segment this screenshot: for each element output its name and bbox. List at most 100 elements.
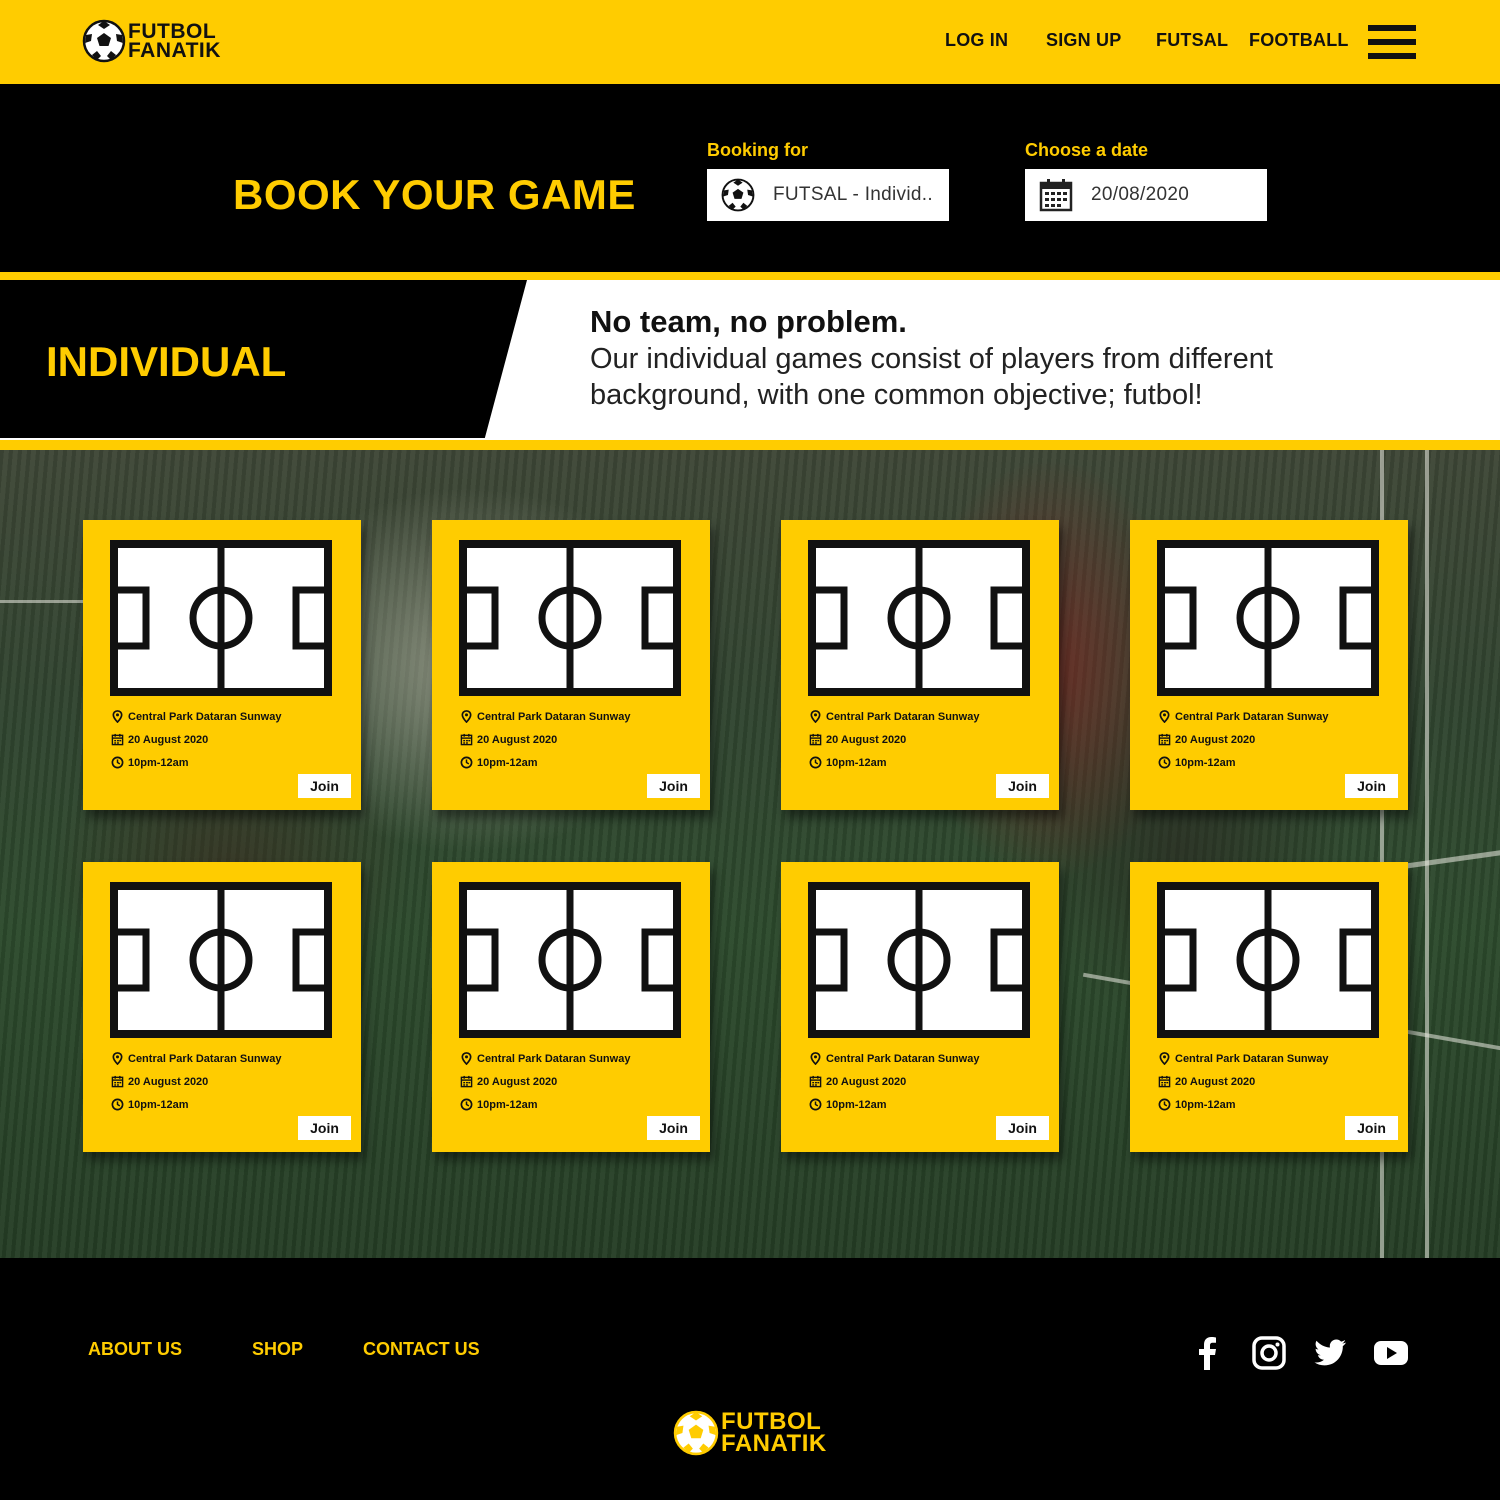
location-pin-icon — [1158, 710, 1171, 723]
footer-shop[interactable]: SHOP — [252, 1339, 303, 1360]
location-pin-icon — [460, 710, 473, 723]
footer-logo-text: FUTBOL FANATIK — [721, 1409, 827, 1457]
booking-panel: BOOK YOUR GAME Booking for FUTSAL - Indi… — [0, 84, 1500, 272]
game-time: 10pm-12am — [111, 1098, 189, 1111]
join-button[interactable]: Join — [1345, 1116, 1398, 1140]
divider-top — [0, 272, 1500, 280]
game-time-text: 10pm-12am — [826, 756, 887, 769]
game-location: Central Park Dataran Sunway — [1158, 710, 1328, 723]
futsal-pitch-icon — [110, 540, 332, 696]
calendar-icon — [1158, 733, 1171, 746]
game-date: 20 August 2020 — [111, 1075, 208, 1088]
game-location: Central Park Dataran Sunway — [809, 1052, 979, 1065]
instagram-icon[interactable] — [1250, 1334, 1288, 1372]
calendar-icon — [809, 1075, 822, 1088]
footer: ABOUT US SHOP CONTACT US FUTBOL FANATIK — [0, 1258, 1500, 1500]
game-card: Central Park Dataran Sunway 20 August 202… — [1130, 520, 1408, 810]
booking-for-label: Booking for — [707, 140, 808, 160]
game-card: Central Park Dataran Sunway 20 August 202… — [432, 520, 710, 810]
section-title: INDIVIDUAL — [46, 338, 287, 385]
clock-icon — [809, 756, 822, 769]
footer-logo[interactable]: FUTBOL FANATIK — [673, 1409, 827, 1457]
game-time: 10pm-12am — [1158, 1098, 1236, 1111]
clock-icon — [111, 1098, 124, 1111]
facebook-icon[interactable] — [1189, 1334, 1227, 1372]
section-description: Our individual games consist of players … — [590, 343, 1273, 411]
booking-type-value: FUTSAL - Individ.. — [773, 184, 933, 205]
game-time: 10pm-12am — [111, 756, 189, 769]
futsal-pitch-icon — [1157, 540, 1379, 696]
soccer-ball-logo-icon — [82, 19, 126, 63]
join-button[interactable]: Join — [996, 1116, 1049, 1140]
futsal-pitch-icon — [459, 540, 681, 696]
futsal-pitch-icon — [1157, 882, 1379, 1038]
game-location: Central Park Dataran Sunway — [460, 1052, 630, 1065]
youtube-icon[interactable] — [1372, 1334, 1410, 1372]
nav-football[interactable]: FOOTBALL — [1249, 30, 1349, 51]
game-date-text: 20 August 2020 — [1175, 733, 1256, 746]
game-card: Central Park Dataran Sunway 20 August 202… — [1130, 862, 1408, 1152]
brand-logo[interactable]: FUTBOL FANATIK — [82, 19, 221, 63]
game-card: Central Park Dataran Sunway 20 August 202… — [781, 862, 1059, 1152]
game-date-text: 20 August 2020 — [477, 1075, 558, 1088]
calendar-icon — [1158, 1075, 1171, 1088]
date-value: 20/08/2020 — [1091, 184, 1190, 205]
game-time: 10pm-12am — [1158, 756, 1236, 769]
game-location: Central Park Dataran Sunway — [460, 710, 630, 723]
game-date-text: 20 August 2020 — [1175, 1075, 1256, 1088]
game-location-text: Central Park Dataran Sunway — [477, 1052, 631, 1065]
game-card: Central Park Dataran Sunway 20 August 202… — [432, 862, 710, 1152]
soccer-ball-icon — [721, 178, 755, 212]
soccer-ball-logo-icon — [673, 1410, 719, 1456]
location-pin-icon — [809, 710, 822, 723]
footer-contact-us[interactable]: CONTACT US — [363, 1339, 480, 1360]
calendar-icon — [809, 733, 822, 746]
footer-logo-line2: FANATIK — [721, 1430, 827, 1457]
game-card: Central Park Dataran Sunway 20 August 202… — [83, 862, 361, 1152]
join-button[interactable]: Join — [298, 1116, 351, 1140]
join-button[interactable]: Join — [647, 774, 700, 798]
clock-icon — [809, 1098, 822, 1111]
game-date-text: 20 August 2020 — [128, 733, 209, 746]
join-button[interactable]: Join — [298, 774, 351, 798]
calendar-icon — [1039, 179, 1073, 212]
game-location-text: Central Park Dataran Sunway — [826, 710, 980, 723]
game-date-text: 20 August 2020 — [477, 733, 558, 746]
clock-icon — [460, 756, 473, 769]
game-time: 10pm-12am — [460, 1098, 538, 1111]
game-date: 20 August 2020 — [809, 733, 906, 746]
game-location-text: Central Park Dataran Sunway — [1175, 710, 1329, 723]
game-time-text: 10pm-12am — [826, 1098, 887, 1111]
divider-bottom — [0, 440, 1500, 450]
booking-type-select[interactable]: FUTSAL - Individ.. — [707, 169, 949, 221]
calendar-icon — [460, 1075, 473, 1088]
nav-futsal[interactable]: FUTSAL — [1156, 30, 1228, 51]
game-time-text: 10pm-12am — [1175, 756, 1236, 769]
game-location-text: Central Park Dataran Sunway — [477, 710, 631, 723]
game-date: 20 August 2020 — [1158, 1075, 1255, 1088]
clock-icon — [1158, 756, 1171, 769]
twitter-icon[interactable] — [1311, 1334, 1349, 1372]
futsal-pitch-icon — [808, 540, 1030, 696]
game-location: Central Park Dataran Sunway — [809, 710, 979, 723]
choose-date-label: Choose a date — [1025, 140, 1149, 160]
game-date: 20 August 2020 — [460, 1075, 557, 1088]
game-time-text: 10pm-12am — [477, 756, 538, 769]
join-button[interactable]: Join — [1345, 774, 1398, 798]
game-date: 20 August 2020 — [809, 1075, 906, 1088]
game-date: 20 August 2020 — [111, 733, 208, 746]
game-date-text: 20 August 2020 — [128, 1075, 209, 1088]
join-button[interactable]: Join — [647, 1116, 700, 1140]
location-pin-icon — [809, 1052, 822, 1065]
location-pin-icon — [111, 1052, 124, 1065]
game-card: Central Park Dataran Sunway 20 August 202… — [83, 520, 361, 810]
join-button[interactable]: Join — [996, 774, 1049, 798]
game-location: Central Park Dataran Sunway — [1158, 1052, 1328, 1065]
calendar-icon — [460, 733, 473, 746]
nav-sign-up[interactable]: SIGN UP — [1046, 30, 1121, 51]
footer-about-us[interactable]: ABOUT US — [88, 1339, 182, 1360]
date-picker[interactable]: 20/08/2020 — [1025, 169, 1267, 221]
hamburger-menu-icon[interactable] — [1368, 25, 1416, 59]
nav-log-in[interactable]: LOG IN — [945, 30, 1008, 51]
calendar-icon — [111, 1075, 124, 1088]
